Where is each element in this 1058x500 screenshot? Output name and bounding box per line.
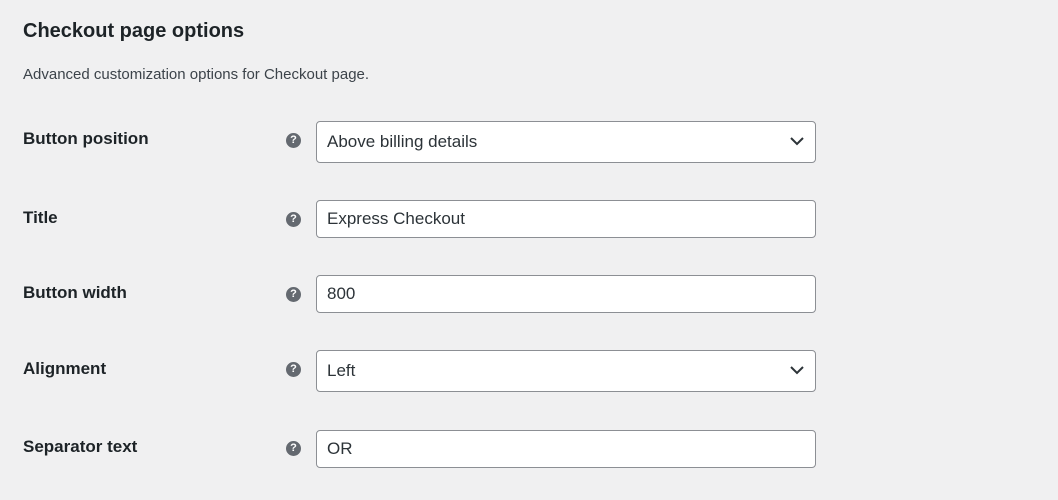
button-position-select[interactable]: Above billing details	[316, 121, 816, 163]
help-icon[interactable]: ?	[286, 441, 301, 456]
alignment-selected-value: Left	[327, 361, 356, 380]
chevron-down-icon	[790, 366, 804, 375]
section-description: Advanced customization options for Check…	[23, 66, 370, 83]
button-width-input[interactable]	[316, 275, 816, 313]
separator-text-input[interactable]	[316, 430, 816, 468]
help-icon[interactable]: ?	[286, 362, 301, 377]
help-icon[interactable]: ?	[286, 212, 301, 227]
title-label: Title	[23, 208, 58, 227]
chevron-down-icon	[790, 137, 804, 146]
title-input[interactable]	[316, 200, 816, 238]
button-width-label: Button width	[23, 283, 127, 302]
help-icon[interactable]: ?	[286, 287, 301, 302]
separator-text-label: Separator text	[23, 437, 138, 456]
button-position-label: Button position	[23, 129, 149, 148]
checkout-options-page: Checkout page options Advanced customiza…	[0, 0, 1058, 500]
button-position-selected-value: Above billing details	[327, 132, 478, 151]
alignment-label: Alignment	[23, 359, 107, 378]
section-title: Checkout page options	[23, 20, 245, 42]
alignment-select[interactable]: Left	[316, 350, 816, 392]
help-icon[interactable]: ?	[286, 133, 301, 148]
